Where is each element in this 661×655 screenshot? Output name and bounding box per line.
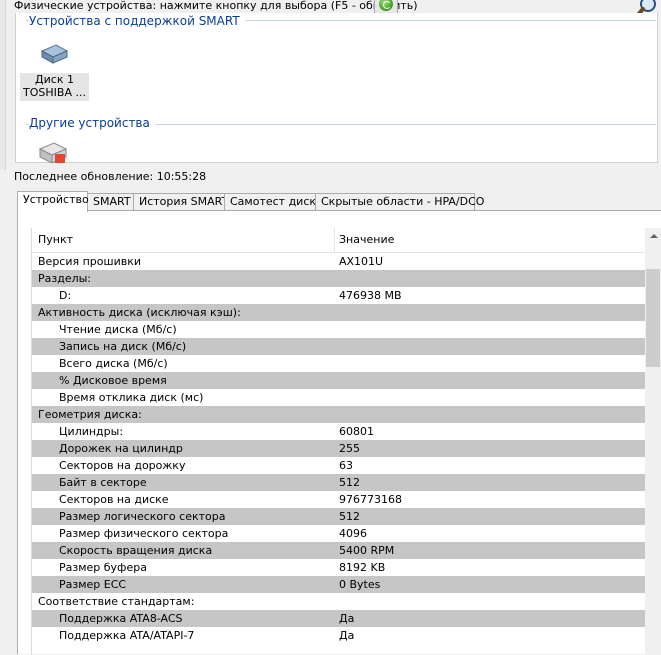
row-value: 63 <box>339 459 353 472</box>
tab-smart[interactable]: SMART <box>87 193 134 210</box>
hard-disk-icon <box>40 44 69 64</box>
table-row[interactable]: Поддержка ATA/ATAPI-7 Да <box>32 627 645 644</box>
row-label: Разделы: <box>38 272 92 285</box>
row-value: 60801 <box>339 425 374 438</box>
row-label: Скорость вращения диска <box>59 544 213 557</box>
row-label: Геометрия диска: <box>38 408 142 421</box>
table-row[interactable]: Цилиндры: 60801 <box>32 423 645 440</box>
row-label: Размер физического сектора <box>59 527 229 540</box>
table-row[interactable]: Соответствие стандартам: <box>32 593 645 610</box>
row-value: 0 Bytes <box>339 578 381 591</box>
table-row[interactable]: % Дисковое время <box>32 372 645 389</box>
table-row[interactable]: Активность диска (исключая кэш): <box>32 304 645 321</box>
row-value: Да <box>339 612 355 625</box>
tab-smart-history[interactable]: История SMART <box>133 193 228 210</box>
row-value: 476938 MB <box>339 289 402 302</box>
other-devices-group-title: Другие устройства <box>29 116 156 130</box>
row-label: Размер буфера <box>59 561 147 574</box>
row-label: Соответствие стандартам: <box>38 595 195 608</box>
removable-drive-icon[interactable] <box>36 139 70 163</box>
table-row[interactable]: Секторов на дорожку 63 <box>32 457 645 474</box>
row-label: Запись на диск (Мб/с) <box>59 340 187 353</box>
smart-devices-group-title: Устройства с поддержкой SMART <box>29 14 246 28</box>
row-value: 512 <box>339 476 360 489</box>
refresh-icon <box>379 0 393 11</box>
row-value: 255 <box>339 442 360 455</box>
row-label: Поддержка ATA8-ACS <box>59 612 183 625</box>
row-label: % Дисковое время <box>59 374 167 387</box>
tab-hidden-areas[interactable]: Скрытые области - HPA/DCO <box>315 193 484 210</box>
row-value: AX101U <box>339 255 384 268</box>
table-row[interactable]: Разделы: <box>32 270 645 287</box>
device-panel: Устройства с поддержкой SMART Диск 1 TOS… <box>15 13 658 163</box>
table-row[interactable]: Чтение диска (Мб/с) <box>32 321 645 338</box>
row-label: Активность диска (исключая кэш): <box>38 306 241 319</box>
tab-device[interactable]: Устройство <box>17 191 89 212</box>
table-row[interactable]: Размер буфера 8192 KB <box>32 559 645 576</box>
row-label: Размер ECC <box>59 578 127 591</box>
row-label: Размер логического сектора <box>59 510 226 523</box>
row-value: 4096 <box>339 527 367 540</box>
table-row[interactable]: Поддержка ATA8-ACS Да <box>32 610 645 627</box>
column-header-value[interactable]: Значение <box>339 233 394 246</box>
row-label: Байт в секторе <box>59 476 147 489</box>
table-row[interactable]: Байт в секторе 512 <box>32 474 645 491</box>
row-value: Да <box>339 629 355 642</box>
device-tab-panel: Пункт Значение Версия прошивки AX101U Разд… <box>17 210 661 655</box>
vertical-scrollbar[interactable] <box>645 228 661 655</box>
column-separator[interactable] <box>334 228 335 252</box>
table-row[interactable]: Запись на диск (Мб/с) <box>32 338 645 355</box>
table-row[interactable]: Время отклика диск (мс) <box>32 389 645 406</box>
row-value: 8192 KB <box>339 561 386 574</box>
table-row[interactable]: Размер ECC 0 Bytes <box>32 576 645 593</box>
last-update-status: Последнее обновление: 10:55:28 <box>14 170 207 183</box>
row-label: Поддержка ATA/ATAPI-7 <box>59 629 195 642</box>
window-edge <box>0 0 6 170</box>
table-row[interactable]: D: 476938 MB <box>32 287 645 304</box>
row-label: Секторов на диске <box>59 493 169 506</box>
disk-1-item[interactable]: Диск 1 TOSHIBA ... <box>20 73 89 101</box>
row-label: Дорожек на цилиндр <box>59 442 183 455</box>
device-properties-list[interactable]: Пункт Значение Версия прошивки AX101U Разд… <box>31 228 645 655</box>
disk-1-model: TOSHIBA ... <box>23 86 86 99</box>
table-row[interactable]: Версия прошивки AX101U <box>32 253 645 270</box>
table-row[interactable]: Скорость вращения диска 5400 RPM <box>32 542 645 559</box>
row-label: D: <box>59 289 72 302</box>
row-value: 976773168 <box>339 493 402 506</box>
row-label: Версия прошивки <box>38 255 142 268</box>
scroll-up-arrow-icon[interactable] <box>645 228 661 245</box>
table-row[interactable]: Размер физического сектора 4096 <box>32 525 645 542</box>
row-value: 5400 RPM <box>339 544 395 557</box>
table-row[interactable]: Геометрия диска: <box>32 406 645 423</box>
row-label: Чтение диска (Мб/с) <box>59 323 177 336</box>
column-header-item[interactable]: Пункт <box>38 233 73 246</box>
table-row[interactable]: Размер логического сектора 512 <box>32 508 645 525</box>
row-label: Цилиндры: <box>59 425 124 438</box>
row-label: Секторов на дорожку <box>59 459 186 472</box>
scroll-thumb[interactable] <box>646 269 660 367</box>
disk-1-name: Диск 1 <box>35 73 74 86</box>
row-label: Всего диска (Мб/с) <box>59 357 168 370</box>
physical-devices-hint: Физические устройства: нажмите кнопку дл… <box>14 0 418 12</box>
list-header: Пункт Значение <box>32 228 645 253</box>
table-row[interactable]: Всего диска (Мб/с) <box>32 355 645 372</box>
row-value: 512 <box>339 510 360 523</box>
table-row[interactable]: Дорожек на цилиндр 255 <box>32 440 645 457</box>
row-label: Время отклика диск (мс) <box>59 391 204 404</box>
table-row[interactable]: Секторов на диске 976773168 <box>32 491 645 508</box>
tab-disk-selftest[interactable]: Самотест диска <box>224 193 323 210</box>
